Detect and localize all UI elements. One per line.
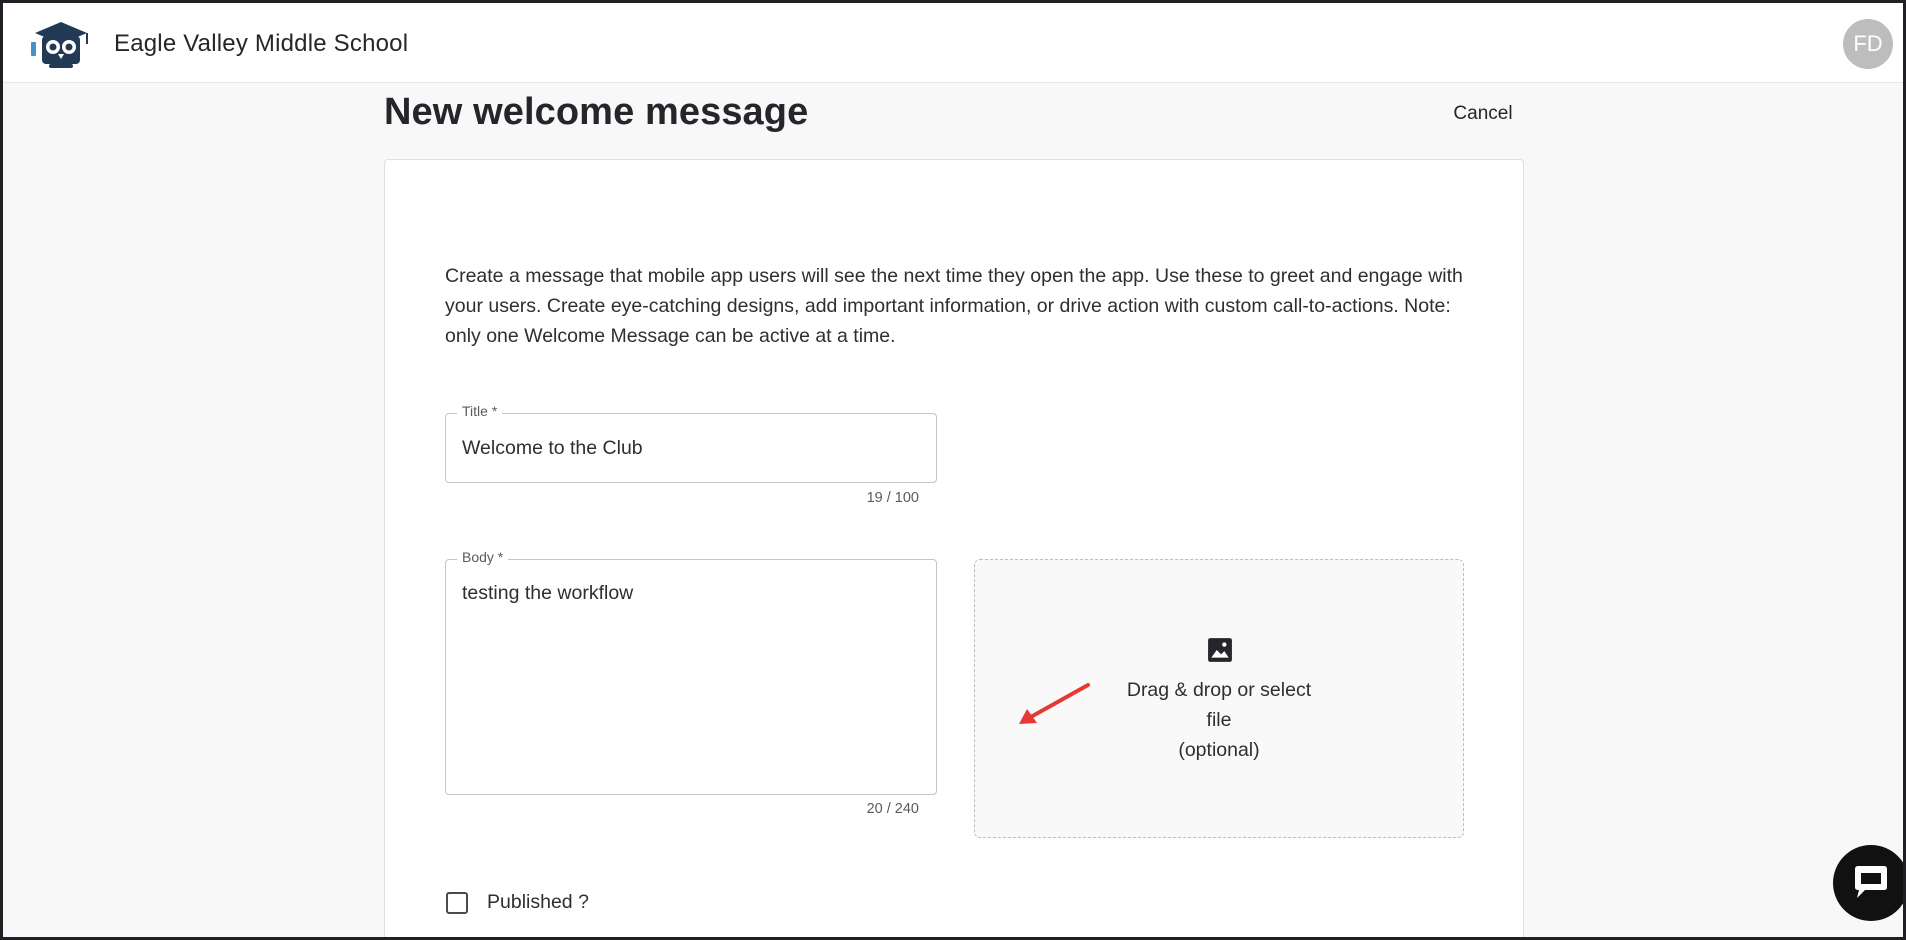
body-character-counter: 20 / 240 [866, 801, 919, 817]
chat-bubble-icon [1855, 866, 1887, 898]
intro-text: Create a message that mobile app users w… [445, 265, 1463, 347]
user-avatar[interactable]: FD [1843, 19, 1893, 69]
page-title: New welcome message [384, 91, 809, 133]
school-name: Eagle Valley Middle School [114, 30, 409, 57]
body-field[interactable]: Body * testing the workflow [445, 549, 937, 795]
image-icon [1208, 638, 1232, 662]
chat-support-button[interactable] [1833, 845, 1903, 921]
title-field[interactable]: Title * Welcome to the Club [445, 403, 937, 483]
published-checkbox[interactable] [446, 892, 468, 914]
dropzone-text-optional: (optional) [1178, 739, 1260, 761]
top-app-bar: Eagle Valley Middle School FD [3, 3, 1903, 83]
body-textarea-value[interactable]: testing the workflow [462, 582, 633, 605]
app-window: Eagle Valley Middle School FD New welcom… [3, 3, 1903, 937]
welcome-message-form-card: Create a message that mobile app users w… [384, 159, 1524, 937]
body-field-label: Body * [457, 549, 509, 565]
title-field-label: Title * [457, 403, 503, 419]
title-input-value[interactable]: Welcome to the Club [462, 437, 643, 460]
cancel-button[interactable]: Cancel [1443, 99, 1523, 129]
published-label[interactable]: Published ? [487, 891, 589, 914]
school-logo-icon [31, 22, 88, 68]
annotation-arrow-icon [1019, 683, 1090, 724]
title-character-counter: 19 / 100 [866, 490, 919, 506]
